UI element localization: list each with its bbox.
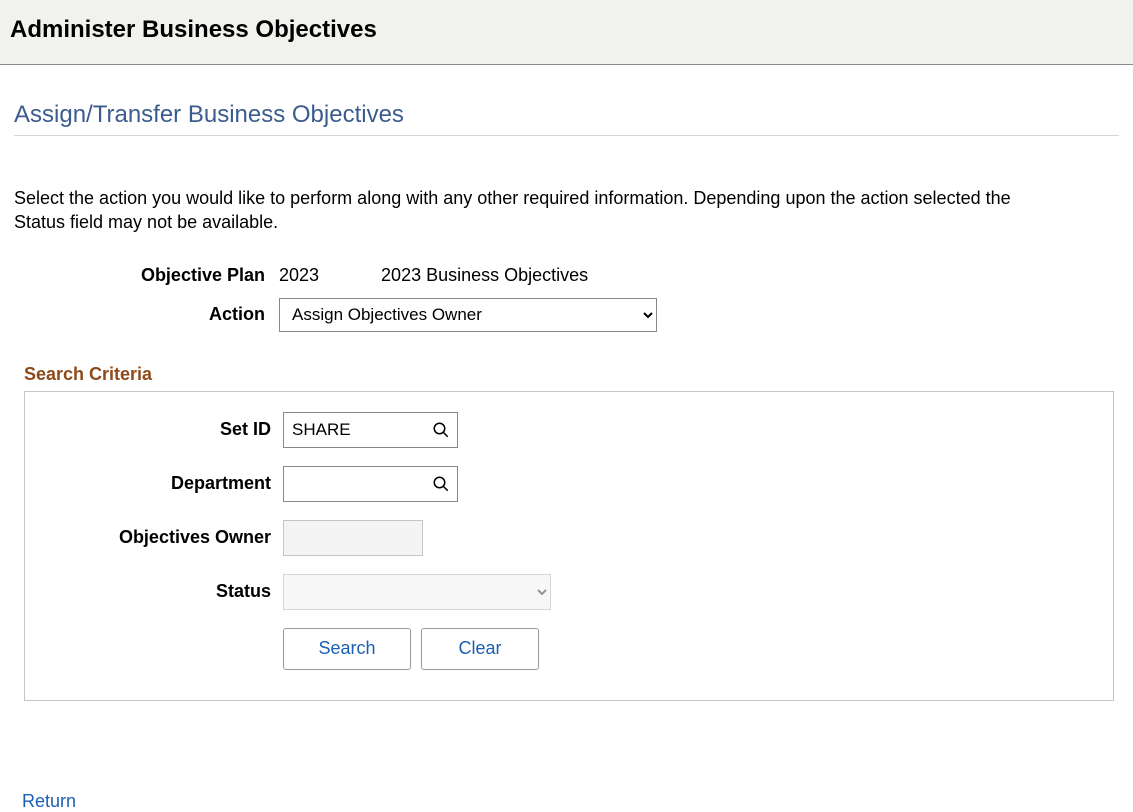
form-area: Objective Plan 2023 2023 Business Object… — [14, 265, 1119, 332]
objectives-owner-row: Objectives Owner — [25, 520, 1113, 556]
button-row: Search Clear — [283, 628, 1113, 670]
action-label: Action — [14, 304, 279, 325]
page-title: Administer Business Objectives — [10, 16, 1123, 44]
objectives-owner-input — [283, 520, 423, 556]
search-button[interactable]: Search — [283, 628, 411, 670]
search-icon — [432, 421, 450, 439]
return-link[interactable]: Return — [22, 791, 76, 812]
set-id-lookup-wrapper — [283, 412, 458, 448]
main-content: Assign/Transfer Business Objectives Sele… — [0, 101, 1133, 812]
search-criteria-box: Set ID Department — [24, 391, 1114, 701]
set-id-row: Set ID — [25, 412, 1113, 448]
objective-plan-label: Objective Plan — [14, 265, 279, 286]
set-id-lookup-button[interactable] — [428, 417, 454, 443]
status-row: Status — [25, 574, 1113, 610]
objective-plan-year: 2023 — [279, 265, 319, 286]
action-row: Action Assign Objectives Owner — [14, 298, 1119, 332]
objectives-owner-label: Objectives Owner — [25, 527, 283, 548]
clear-button[interactable]: Clear — [421, 628, 539, 670]
objective-plan-row: Objective Plan 2023 2023 Business Object… — [14, 265, 1119, 286]
page-header: Administer Business Objectives — [0, 0, 1133, 65]
set-id-label: Set ID — [25, 419, 283, 440]
objective-plan-desc: 2023 Business Objectives — [381, 265, 588, 286]
description-text: Select the action you would like to perf… — [14, 186, 1014, 235]
status-select — [283, 574, 551, 610]
status-label: Status — [25, 581, 283, 602]
department-label: Department — [25, 473, 283, 494]
department-row: Department — [25, 466, 1113, 502]
department-lookup-wrapper — [283, 466, 458, 502]
section-title: Assign/Transfer Business Objectives — [14, 101, 1119, 136]
department-lookup-button[interactable] — [428, 471, 454, 497]
action-select[interactable]: Assign Objectives Owner — [279, 298, 657, 332]
search-icon — [432, 475, 450, 493]
search-criteria-heading: Search Criteria — [24, 364, 1119, 385]
